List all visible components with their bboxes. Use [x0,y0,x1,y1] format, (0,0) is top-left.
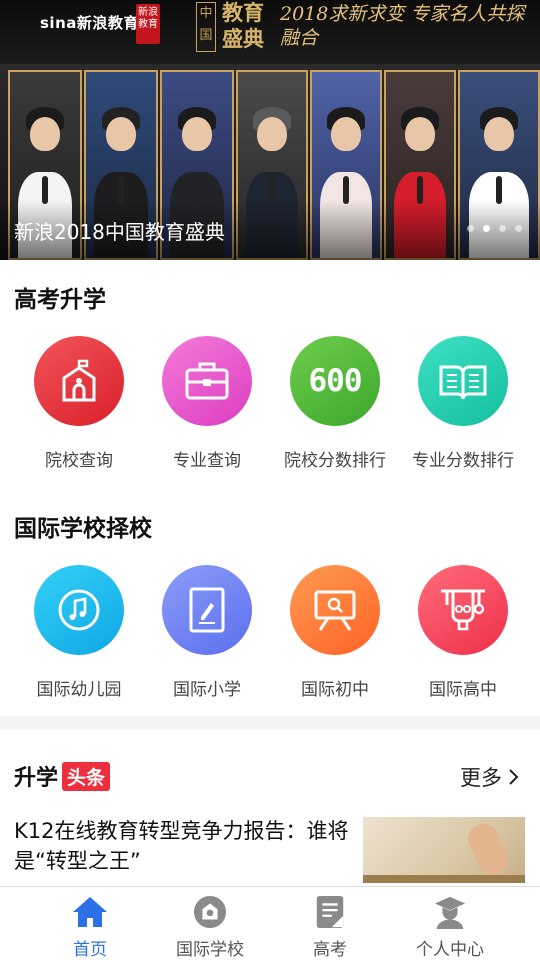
school-query-label: 院校查询 [45,451,113,471]
score-600-text: 600 [308,363,363,399]
event-seal: 新浪教育 [136,4,160,44]
score-600-icon: 600 [290,336,380,426]
tab-home[interactable]: 首页 [30,887,150,960]
music-note-icon [34,565,124,655]
news-article-title[interactable]: K12在线教育转型竞争力报告：谁将是“转型之王” [14,816,354,876]
intl-middle-button[interactable]: 国际初中 [271,565,399,700]
school-score-ranking-button[interactable]: 600 院校分数排行 [271,336,399,471]
section-divider [0,716,540,730]
intl-kindergarten-button[interactable]: 国际幼儿园 [15,565,143,700]
carousel-dot[interactable] [499,225,506,232]
tab-profile-label: 个人中心 [416,940,484,960]
news-title-badge: 头条 [62,761,111,791]
event-badge: 中国 [196,2,216,52]
tab-international-school[interactable]: 国际学校 [150,887,270,960]
major-query-label: 专业查询 [173,451,241,471]
chevron-right-icon [509,769,519,785]
school-query-button[interactable]: 院校查询 [15,336,143,471]
more-news-link[interactable]: 更多 [460,762,520,792]
graduate-user-icon [434,896,466,929]
intl-middle-label: 国际初中 [301,680,369,700]
more-label: 更多 [460,766,502,790]
carousel-dot[interactable] [515,225,522,232]
tab-home-label: 首页 [73,940,107,960]
presentation-board-icon [290,565,380,655]
news-section-title: 升学 头条 [14,760,111,792]
carousel-dots[interactable] [467,225,522,232]
news-title-part1: 升学 [14,766,59,791]
tab-gaokao-label: 高考 [313,940,347,960]
gaokao-grid: 院校查询 专业查询 600 院校分数排行 专业分数排行 [0,336,540,471]
event-slogan: 2018求新求变 专家名人共探融合 [280,3,525,49]
open-book-icon [418,336,508,426]
exam-paper-icon [316,895,344,929]
major-score-ranking-label: 专业分数排行 [412,451,514,471]
tab-international-school-label: 国际学校 [176,940,244,960]
lab-flask-icon [418,565,508,655]
news-article-thumbnail[interactable] [363,817,525,883]
event-title: 教育盛典 [222,1,264,51]
international-grid: 国际幼儿园 国际小学 国际初中 国际高中 [0,565,540,700]
home-icon [73,897,107,927]
carousel-dot[interactable] [467,225,474,232]
school-building-icon [34,336,124,426]
bottom-tab-bar: 首页 国际学校 高考 个人中心 [0,886,540,960]
school-camera-icon [193,895,227,929]
tab-gaokao[interactable]: 高考 [270,887,390,960]
banner-carousel[interactable]: sina新浪教育 新浪教育 中国 教育盛典 2018求新求变 专家名人共探融合 … [0,0,540,260]
school-score-ranking-label: 院校分数排行 [284,451,386,471]
section-title-gaokao: 高考升学 [14,287,106,313]
notebook-icon [162,565,252,655]
intl-kindergarten-label: 国际幼儿园 [36,680,122,700]
banner-caption[interactable]: 新浪2018中国教育盛典 [14,216,225,245]
major-score-ranking-button[interactable]: 专业分数排行 [399,336,527,471]
briefcase-icon [162,336,252,426]
intl-primary-label: 国际小学 [173,680,241,700]
carousel-dot-active[interactable] [483,225,490,232]
tab-profile[interactable]: 个人中心 [390,887,510,960]
section-title-international: 国际学校择校 [14,516,152,542]
sina-education-logo: sina新浪教育 [40,14,139,32]
intl-high-label: 国际高中 [429,680,497,700]
intl-high-button[interactable]: 国际高中 [399,565,527,700]
major-query-button[interactable]: 专业查询 [143,336,271,471]
intl-primary-button[interactable]: 国际小学 [143,565,271,700]
